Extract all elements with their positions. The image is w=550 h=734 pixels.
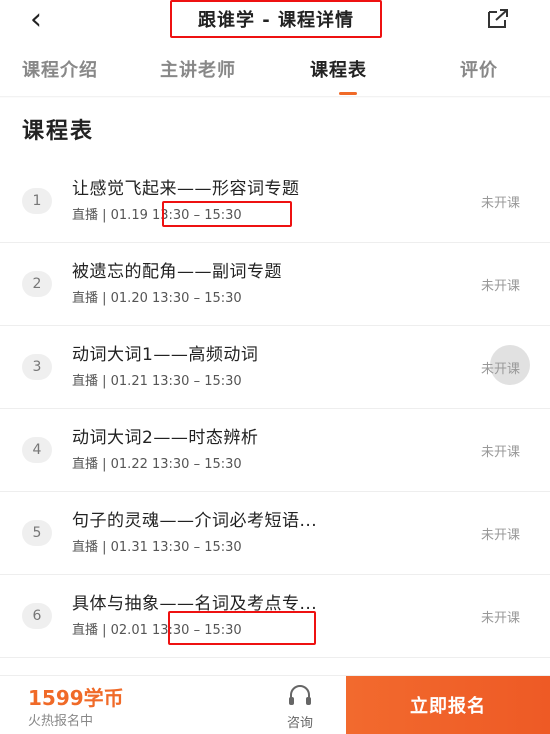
active-tab-indicator (339, 92, 357, 95)
lesson-number: 1 (22, 188, 52, 214)
list-item[interactable]: 2 被遗忘的配角——副词专题 直播 | 01.20 13:30 – 15:30 … (0, 243, 550, 326)
consult-button[interactable]: 咨询 (268, 680, 332, 731)
lesson-title: 被遗忘的配角——副词专题 (72, 262, 282, 282)
time-highlight-box (162, 201, 292, 227)
enroll-button[interactable]: 立即报名 (346, 676, 550, 734)
list-item[interactable]: 1 让感觉飞起来——形容词专题 直播 | 01.19 13:30 – 15:30… (0, 160, 550, 243)
lesson-meta: 直播 | 01.20 13:30 – 15:30 (72, 291, 242, 306)
list-item[interactable]: 3 动词大词1——高频动词 直播 | 01.21 13:30 – 15:30 未… (0, 326, 550, 409)
lesson-meta: 直播 | 01.21 13:30 – 15:30 (72, 374, 242, 389)
lesson-title: 动词大词2——时态辨析 (72, 428, 259, 448)
consult-label: 咨询 (286, 716, 313, 731)
list-item[interactable]: 4 动词大词2——时态辨析 直播 | 01.22 13:30 – 15:30 未… (0, 409, 550, 492)
tab-reviews[interactable]: 评价 (460, 56, 498, 82)
chevron-left-icon[interactable]: ‹ (30, 5, 42, 35)
bottom-bar: 1599学币 火热报名中 咨询 立即报名 (0, 675, 550, 734)
tab-bar: 课程介绍 主讲老师 课程表 评价 (0, 44, 550, 95)
lesson-status: 未开课 (481, 445, 521, 460)
price-label: 1599学币 (28, 686, 124, 710)
lesson-number: 4 (22, 437, 52, 463)
tab-schedule[interactable]: 课程表 (310, 56, 367, 82)
tab-teacher[interactable]: 主讲老师 (160, 56, 236, 82)
top-bar: ‹ 跟谁学 - 课程详情 (0, 0, 550, 44)
list-item[interactable]: 5 句子的灵魂——介词必考短语... 直播 | 01.31 13:30 – 15… (0, 492, 550, 575)
lesson-number: 6 (22, 603, 52, 629)
lesson-meta: 直播 | 01.31 13:30 – 15:30 (72, 540, 242, 555)
lesson-status: 未开课 (481, 528, 521, 543)
lesson-status: 未开课 (481, 279, 521, 294)
lesson-status: 未开课 (481, 362, 521, 377)
tab-intro[interactable]: 课程介绍 (22, 56, 98, 82)
section-title: 课程表 (22, 119, 95, 144)
lesson-number: 2 (22, 271, 52, 297)
headset-icon (289, 685, 311, 705)
page-title: 跟谁学 - 课程详情 (197, 10, 354, 31)
time-highlight-box (168, 611, 316, 645)
lesson-status: 未开课 (481, 196, 521, 211)
tab-divider (0, 96, 550, 98)
title-highlight-box: 跟谁学 - 课程详情 (170, 0, 382, 38)
lesson-number: 5 (22, 520, 52, 546)
lesson-title: 动词大词1——高频动词 (72, 345, 259, 365)
lesson-list: 1 让感觉飞起来——形容词专题 直播 | 01.19 13:30 – 15:30… (0, 160, 550, 658)
lesson-meta: 直播 | 01.22 13:30 – 15:30 (72, 457, 242, 472)
lesson-title: 让感觉飞起来——形容词专题 (72, 179, 300, 199)
share-icon[interactable] (486, 8, 510, 30)
hot-signup-label: 火热报名中 (28, 714, 94, 729)
lesson-title: 句子的灵魂——介词必考短语... (72, 511, 318, 531)
lesson-number: 3 (22, 354, 52, 380)
lesson-status: 未开课 (481, 611, 521, 626)
list-item[interactable]: 6 具体与抽象——名词及考点专... 直播 | 02.01 13:30 – 15… (0, 575, 550, 658)
